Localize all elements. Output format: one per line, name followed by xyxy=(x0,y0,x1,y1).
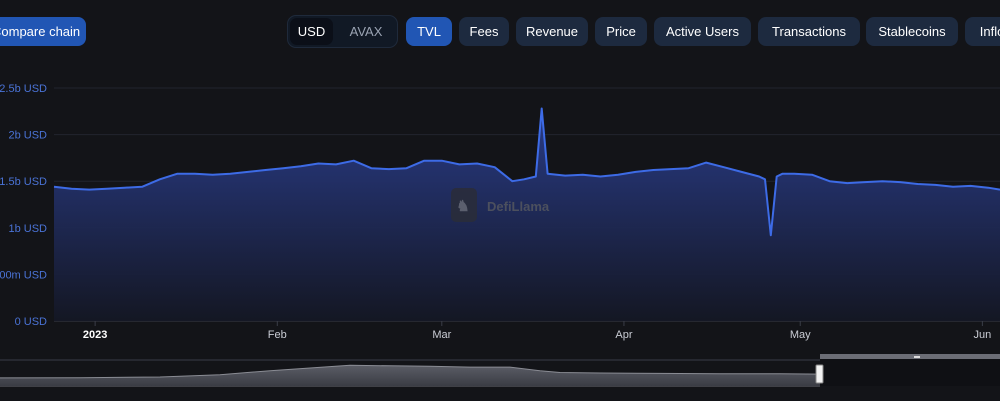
x-tick-label: Feb xyxy=(268,329,287,341)
x-tick-label: Mar xyxy=(432,329,451,341)
y-tick-label: 2b USD xyxy=(8,130,47,142)
y-tick-label: 500m USD xyxy=(0,269,47,281)
scrollbar-grip-icon xyxy=(914,356,920,358)
y-tick-label: 2.5b USD xyxy=(0,83,47,95)
navigator-selection xyxy=(820,356,1000,386)
chart-area-layer xyxy=(53,107,1000,321)
tvl-chart[interactable]: ♞ DefiLlama 0 USD 500m USD 1b USD 1.5b USD 2… xyxy=(0,0,1000,401)
watermark-text: DefiLlama xyxy=(487,199,550,214)
navigator-left-handle[interactable] xyxy=(815,364,824,384)
y-axis-labels: 0 USD 500m USD 1b USD 1.5b USD 2b USD 2.5b US… xyxy=(0,83,47,328)
navigator-scrollbar[interactable] xyxy=(820,354,1000,359)
tvl-area-fill xyxy=(54,108,1000,321)
x-tick-label: 2023 xyxy=(83,329,107,341)
x-tick-label: May xyxy=(790,329,811,341)
x-tick-label: Jun xyxy=(973,329,991,341)
y-tick-label: 0 USD xyxy=(15,316,47,328)
y-tick-label: 1b USD xyxy=(8,223,47,235)
llama-glyph-icon: ♞ xyxy=(456,198,469,215)
y-tick-label: 1.5b USD xyxy=(0,176,47,188)
x-tick-label: Apr xyxy=(615,329,632,341)
navigator-area xyxy=(0,365,820,386)
x-axis-labels: 2023 Feb Mar Apr May Jun xyxy=(83,321,991,341)
range-navigator[interactable] xyxy=(0,354,1000,387)
